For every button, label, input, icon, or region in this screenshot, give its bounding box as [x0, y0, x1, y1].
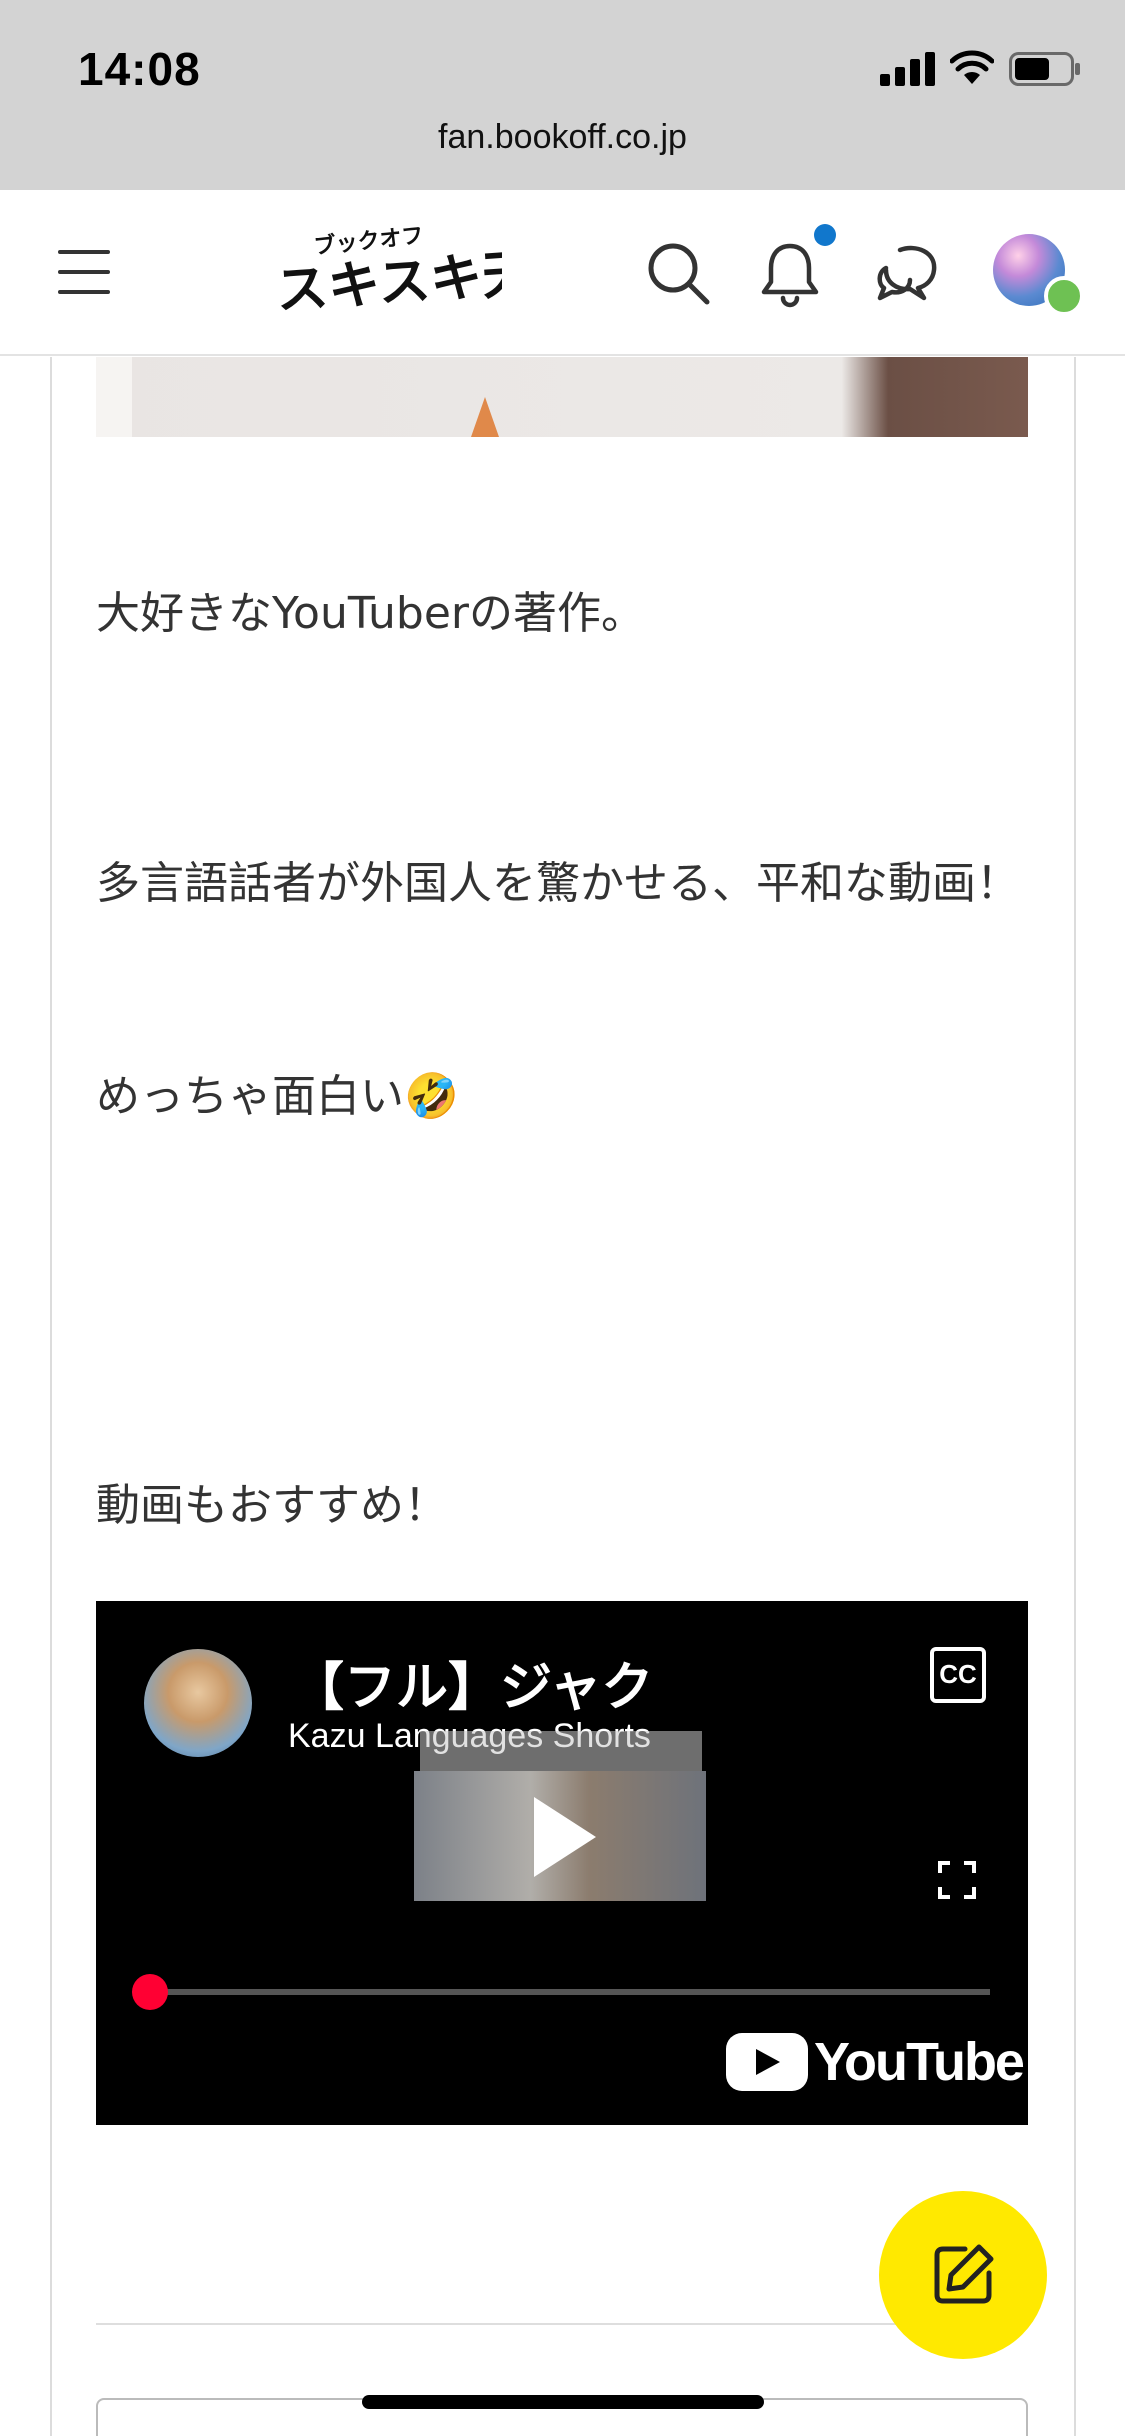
progress-bar[interactable]: [148, 1989, 990, 1995]
address-bar-url[interactable]: fan.bookoff.co.jp: [0, 118, 1125, 157]
progress-scrubber[interactable]: [132, 1974, 168, 2010]
site-header: ブックオフ スキスキ天国: [0, 190, 1125, 356]
status-bar: 14:08 fan.bookoff.co.jp: [0, 0, 1125, 190]
menu-icon[interactable]: [58, 250, 110, 294]
chat-icon[interactable]: [872, 238, 942, 308]
captions-button[interactable]: CC: [930, 1647, 986, 1703]
bookoff-logo[interactable]: ブックオフ スキスキ天国: [272, 226, 502, 322]
post-paragraph: 動画もおすすめ！: [96, 1480, 448, 1531]
youtube-logo[interactable]: YouTube: [726, 2031, 1025, 2097]
wifi-icon: [950, 50, 994, 84]
youtube-play-icon: [726, 2033, 808, 2091]
svg-text:スキスキ天国: スキスキ天国: [274, 240, 502, 322]
channel-avatar[interactable]: [144, 1649, 252, 1757]
edit-icon: [934, 2244, 994, 2304]
notification-dot: [814, 224, 836, 246]
video-title[interactable]: 【フル】ジャクソン・: [292, 1645, 652, 1715]
post-paragraph: 大好きなYouTuberの著作。: [96, 588, 646, 639]
home-indicator[interactable]: [362, 2395, 764, 2409]
captions-label: CC: [939, 1659, 977, 1689]
compose-button[interactable]: [879, 2191, 1047, 2359]
rank-badge: [1044, 276, 1084, 316]
fullscreen-icon[interactable]: [938, 1861, 976, 1899]
bell-icon[interactable]: [755, 238, 825, 308]
post-paragraph: めっちゃ面白い🤣: [96, 1071, 459, 1122]
clock: 14:08: [78, 43, 201, 95]
thumbnail-caption: [420, 1731, 702, 1771]
youtube-wordmark: YouTube: [814, 2032, 1025, 2092]
signal-icon: [880, 50, 936, 86]
youtube-embed[interactable]: 【フル】ジャクソン・ Kazu Languages Shorts CC YouT…: [96, 1601, 1028, 2125]
post-paragraph: 多言語話者が外国人を驚かせる、平和な動画！: [96, 858, 1020, 909]
search-icon[interactable]: [643, 238, 713, 308]
post-image[interactable]: [96, 357, 1028, 437]
battery-icon: [1009, 52, 1080, 86]
play-icon[interactable]: [534, 1797, 596, 1877]
divider: [96, 2323, 1028, 2325]
